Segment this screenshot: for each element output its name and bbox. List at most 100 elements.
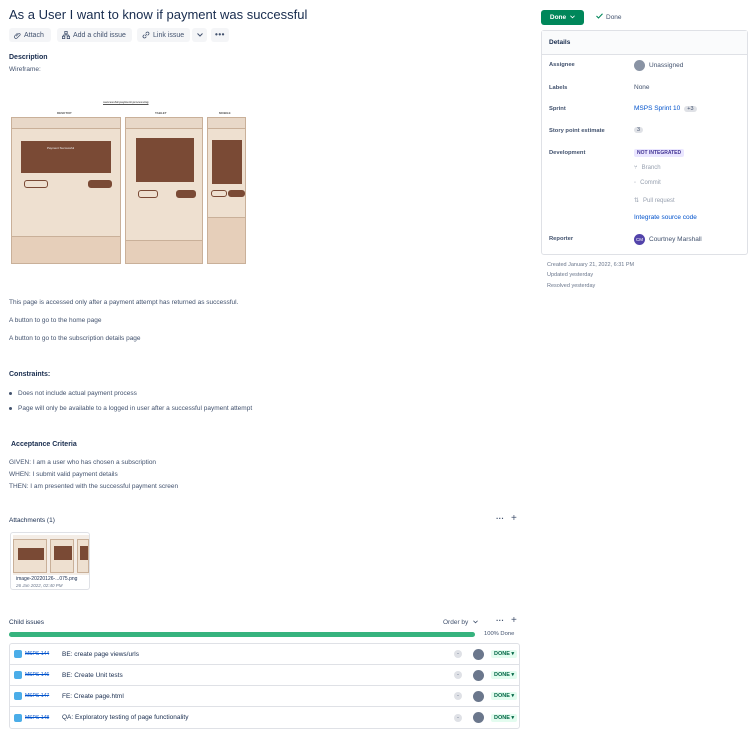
child-issue-summary[interactable]: BE: Create Unit tests bbox=[62, 672, 123, 679]
resolution-indicator: Done bbox=[596, 13, 622, 21]
subtask-icon bbox=[14, 713, 22, 722]
avatar[interactable] bbox=[473, 690, 484, 702]
status-badge[interactable]: DONE ▾ bbox=[491, 692, 518, 700]
order-by-button[interactable]: Order by bbox=[443, 619, 479, 626]
attachment-thumbnail bbox=[13, 535, 89, 575]
priority-icon: - bbox=[454, 713, 462, 722]
constraints-heading: Constraints: bbox=[9, 371, 51, 378]
avatar[interactable] bbox=[473, 712, 484, 723]
wireframe-image[interactable]: successful payment processing DESKTOP TA… bbox=[9, 97, 249, 267]
status-text: DONE bbox=[494, 672, 510, 678]
description-paragraph: A button to go to the subscription detai… bbox=[9, 335, 141, 342]
status-badge[interactable]: DONE ▾ bbox=[491, 713, 518, 722]
integrate-source-code-link[interactable]: Integrate source code bbox=[634, 214, 697, 221]
attachment-date: 26 Jan 2022, 02:40 PM bbox=[16, 583, 63, 588]
attach-label: Attach bbox=[24, 31, 44, 39]
child-issue-row[interactable]: MSPS-147 FE: Create page.html - DONE ▾ bbox=[10, 686, 519, 707]
link-issue-dropdown-button[interactable] bbox=[192, 28, 207, 42]
sprint-value[interactable]: MSPS Sprint 10 bbox=[634, 105, 680, 112]
status-text: DONE bbox=[494, 714, 510, 721]
user-avatar-icon bbox=[634, 60, 645, 71]
acceptance-heading: Acceptance Criteria bbox=[11, 441, 77, 448]
more-actions-button[interactable]: ••• bbox=[211, 28, 229, 42]
sprint-field[interactable]: MSPS Sprint 10 +3 bbox=[634, 105, 697, 112]
link-issue-button[interactable]: Link issue bbox=[137, 28, 190, 42]
branch-item[interactable]: ⑂ Branch bbox=[634, 165, 661, 171]
wireframe-caption: successful payment processing bbox=[103, 100, 149, 104]
child-issue-key[interactable]: MSPS-146 bbox=[25, 672, 49, 678]
sprint-extra-badge[interactable]: +3 bbox=[684, 105, 697, 112]
reporter-label: Reporter bbox=[549, 236, 574, 242]
branch-label: Branch bbox=[641, 165, 661, 171]
child-issues-more-icon[interactable]: ··· bbox=[496, 616, 504, 625]
assignee-value: Unassigned bbox=[649, 62, 684, 69]
constraint-text: Does not include actual payment process bbox=[18, 390, 137, 397]
reporter-field[interactable]: CM Courtney Marshall bbox=[634, 234, 702, 245]
check-icon bbox=[596, 13, 603, 21]
child-issue-summary[interactable]: BE: create page views/urls bbox=[62, 651, 139, 658]
child-issue-key[interactable]: MSPS-147 bbox=[25, 693, 49, 699]
pull-request-icon: ⇅ bbox=[634, 198, 640, 204]
attachment-card[interactable]: image-20220126-...075.png 26 Jan 2022, 0… bbox=[10, 532, 90, 590]
labels-value[interactable]: None bbox=[634, 84, 650, 91]
chevron-down-icon bbox=[473, 619, 479, 626]
attachments-add-icon[interactable]: + bbox=[511, 513, 517, 524]
issue-title[interactable]: As a User I want to know if payment was … bbox=[9, 7, 307, 22]
bullet-icon bbox=[9, 407, 12, 410]
status-text: DONE bbox=[494, 693, 510, 699]
story-points-field[interactable]: 3 bbox=[634, 127, 644, 133]
sprint-label: Sprint bbox=[549, 106, 566, 112]
child-issues-add-icon[interactable]: + bbox=[511, 615, 517, 626]
wireframe-mobile-frame bbox=[207, 117, 246, 264]
child-issue-summary[interactable]: QA: Exploratory testing of page function… bbox=[62, 714, 188, 721]
child-issue-row[interactable]: MSPS-146 BE: Create Unit tests - DONE ▾ bbox=[10, 665, 519, 686]
child-issue-row[interactable]: MSPS-144 BE: create page views/urls - DO… bbox=[10, 644, 519, 665]
description-heading: Description bbox=[9, 54, 48, 61]
pull-request-item[interactable]: ⇅ Pull request bbox=[634, 197, 675, 205]
assignee-field[interactable]: Unassigned bbox=[634, 60, 683, 71]
add-child-label: Add a child issue bbox=[73, 31, 126, 39]
subtask-icon bbox=[14, 650, 22, 658]
not-integrated-lozenge: NOT INTEGRATED bbox=[634, 149, 685, 157]
attachment-filename: image-20220126-...075.png bbox=[16, 576, 78, 582]
status-button[interactable]: Done bbox=[541, 10, 584, 25]
add-child-issue-button[interactable]: Add a child issue bbox=[57, 28, 132, 42]
child-issue-summary[interactable]: FE: Create page.html bbox=[62, 693, 124, 700]
progress-fill bbox=[9, 632, 475, 637]
child-issue-row[interactable]: MSPS-148 QA: Exploratory testing of page… bbox=[10, 707, 519, 728]
labels-label: Labels bbox=[549, 85, 568, 91]
branch-icon: ⑂ bbox=[634, 165, 638, 171]
wireframe-panel-text: Payment Successful bbox=[47, 146, 75, 150]
status-text: DONE bbox=[494, 651, 510, 657]
attach-button[interactable]: Attach bbox=[9, 28, 51, 42]
status-badge[interactable]: DONE ▾ bbox=[491, 650, 518, 658]
priority-icon: - bbox=[454, 650, 462, 658]
subtask-icon bbox=[14, 671, 22, 679]
wireframe-label: Wireframe: bbox=[9, 66, 41, 73]
description-paragraph: A button to go to the home page bbox=[9, 317, 102, 324]
resolution-label: Done bbox=[606, 13, 622, 21]
child-issue-key[interactable]: MSPS-144 bbox=[25, 651, 49, 657]
constraint-item: Page will only be available to a logged … bbox=[9, 405, 252, 412]
attachments-more-icon[interactable]: ··· bbox=[496, 514, 504, 523]
link-issue-label: Link issue bbox=[153, 31, 185, 39]
commit-item[interactable]: ◦ Commit bbox=[634, 180, 661, 186]
avatar[interactable] bbox=[473, 648, 484, 660]
avatar[interactable] bbox=[473, 669, 484, 681]
constraint-text: Page will only be available to a logged … bbox=[18, 405, 253, 412]
wireframe-desktop-label: DESKTOP bbox=[57, 111, 72, 115]
child-issues-list: MSPS-144 BE: create page views/urls - DO… bbox=[9, 643, 520, 729]
status-badge[interactable]: DONE ▾ bbox=[491, 671, 518, 679]
subtask-icon bbox=[14, 692, 22, 700]
link-icon bbox=[142, 31, 150, 39]
wireframe-tablet-label: TABLET bbox=[155, 111, 167, 115]
paperclip-icon bbox=[14, 32, 21, 39]
chevron-down-icon bbox=[570, 14, 576, 21]
priority-icon: - bbox=[454, 692, 462, 700]
acceptance-line: WHEN: I submit valid payment details bbox=[9, 471, 118, 478]
updated-timestamp: Updated yesterday bbox=[547, 272, 594, 278]
details-heading[interactable]: Details bbox=[542, 31, 747, 55]
details-panel: Details Assignee Unassigned Labels None … bbox=[541, 30, 748, 255]
child-issue-icon bbox=[62, 31, 70, 39]
child-issue-key[interactable]: MSPS-148 bbox=[25, 715, 49, 721]
